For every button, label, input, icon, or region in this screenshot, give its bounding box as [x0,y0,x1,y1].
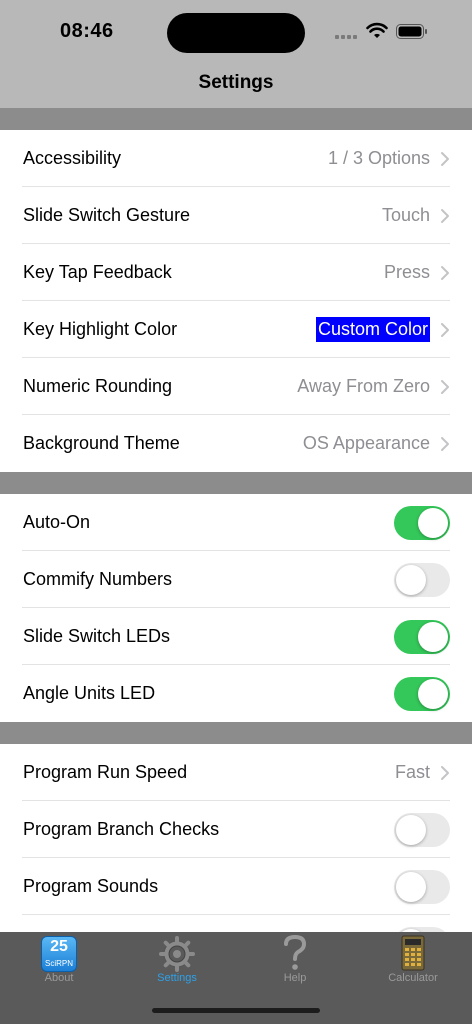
row-numeric-rounding[interactable]: Numeric Rounding Away From Zero [0,358,472,415]
status-time: 08:46 [60,20,114,42]
gear-icon [159,936,195,972]
row-value: Press [383,262,430,282]
row-value: Touch [381,205,430,225]
row-auto-on: Auto-On [0,494,472,551]
row-angle-units-led: Angle Units LED [0,665,472,722]
slide-switch-leds-toggle[interactable] [394,619,450,654]
row-label: Commify Numbers [23,569,173,589]
question-icon [284,934,307,970]
app-icon-number: 25 [50,938,68,955]
settings-section-general: Accessibility 1 / 3 Options Slide Switch… [0,130,472,472]
settings-section-program: Program Run Speed Fast Program Branch Ch… [0,744,472,932]
row-label: Program Branch Checks [23,819,220,839]
battery-icon [396,24,427,39]
row-program-sounds: Program Sounds [0,858,472,915]
chevron-right-icon [441,322,449,337]
section-separator [0,108,472,130]
wifi-icon [366,22,388,38]
row-label: Accessibility [23,148,122,168]
row-slide-switch-gesture[interactable]: Slide Switch Gesture Touch [0,187,472,244]
row-slide-switch-leds: Slide Switch LEDs [0,608,472,665]
commify-numbers-toggle[interactable] [394,562,450,597]
chevron-right-icon [441,265,449,280]
tab-help[interactable]: Help [236,932,354,992]
chevron-right-icon [441,208,449,223]
row-label: Background Theme [23,433,180,453]
row-value: 1 / 3 Options [327,148,430,168]
row-label: Angle Units LED [23,683,156,703]
tab-label: Help [283,972,307,984]
calculator-icon [401,935,425,971]
tab-about[interactable]: 25 SciRPN About [0,932,118,992]
row-background-theme[interactable]: Background Theme OS Appearance [0,415,472,472]
page-title: Settings [198,72,274,93]
auto-on-toggle[interactable] [394,505,450,540]
chevron-right-icon [441,765,449,780]
home-indicator [152,1008,320,1013]
navigation-header: 08:46 Settings [0,0,472,108]
program-sounds-toggle[interactable] [394,869,450,904]
app-icon-subtext: SciRPN [44,959,73,968]
row-value: OS Appearance [302,433,430,453]
chevron-right-icon [441,436,449,451]
row-key-highlight-color[interactable]: Key Highlight Color Custom Color [0,301,472,358]
row-accessibility[interactable]: Accessibility 1 / 3 Options [0,130,472,187]
row-value: Away From Zero [297,376,430,396]
chevron-right-icon [441,379,449,394]
tab-label: Settings [157,972,197,984]
settings-section-display: Auto-On Commify Numbers Slide Switch LED… [0,494,472,722]
row-value: Custom Color [315,317,430,342]
row-program-branch-checks: Program Branch Checks [0,801,472,858]
tab-settings[interactable]: Settings [118,932,236,992]
app-icon: 25 SciRPN [41,936,77,972]
row-commify-numbers: Commify Numbers [0,551,472,608]
row-label: Program Sounds [23,876,159,896]
row-label: Key Tap Feedback [23,262,172,282]
tab-label: Calculator [388,972,438,984]
row-partial [0,915,472,932]
row-label: Slide Switch LEDs [23,626,171,646]
program-branch-checks-toggle[interactable] [394,812,450,847]
tab-calculator[interactable]: Calculator [354,932,472,992]
dynamic-island [167,13,305,53]
angle-units-led-toggle[interactable] [394,676,450,711]
row-label: Numeric Rounding [23,376,173,396]
cellular-signal-icon [335,35,357,39]
section-separator [0,722,472,744]
row-value: Fast [394,762,430,782]
section-separator [0,472,472,494]
row-label: Slide Switch Gesture [23,205,191,225]
row-key-tap-feedback[interactable]: Key Tap Feedback Press [0,244,472,301]
row-label: Auto-On [23,512,91,532]
row-label: Program Run Speed [23,762,188,782]
tab-label: About [44,972,74,984]
row-program-run-speed[interactable]: Program Run Speed Fast [0,744,472,801]
chevron-right-icon [441,151,449,166]
row-label: Key Highlight Color [23,319,178,339]
